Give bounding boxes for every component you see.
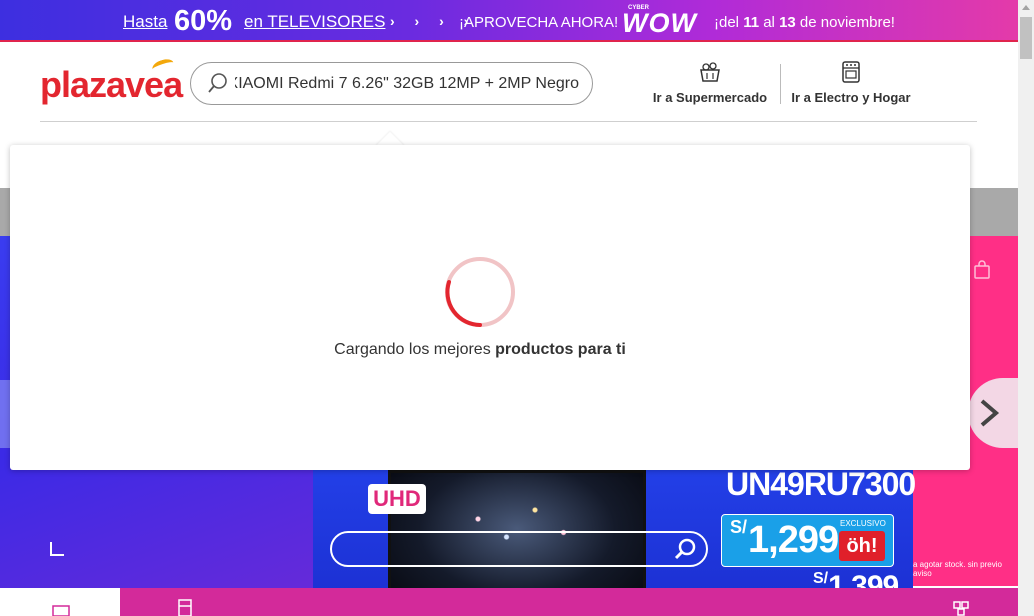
- shopping-bag-icon: [974, 260, 990, 279]
- loading-message: Cargando los mejores productos para ti: [10, 341, 950, 359]
- search-icon: [674, 538, 696, 560]
- date-end: 13: [779, 14, 796, 31]
- stove-icon: [842, 61, 860, 83]
- hero-search-graphic: [330, 531, 708, 567]
- date-start: 11: [743, 14, 760, 31]
- uhd-badge: UHD: [368, 484, 426, 514]
- exclusive-label: EXCLUSIVO: [840, 519, 886, 528]
- loading-spinner-icon: [445, 257, 515, 327]
- dates-suffix: de noviembre!: [795, 14, 895, 31]
- page: Hasta 60% en TELEVISORES › › › › ¡APROVE…: [0, 0, 1034, 616]
- oh-card-logo: öh!: [839, 531, 885, 561]
- promo-percent: 60%: [174, 5, 233, 37]
- nav-divider: [780, 64, 781, 104]
- nav-electro-label: Ir a Electro y Hogar: [791, 90, 911, 105]
- page-scrollbar[interactable]: [1018, 0, 1034, 616]
- search-input[interactable]: XIAOMI Redmi 7 6.26" 32GB 12MP + 2MP Neg…: [235, 73, 579, 95]
- loading-bold: productos para ti: [495, 341, 626, 358]
- price-value: 1,299: [748, 519, 839, 561]
- old-price-currency: S/: [813, 570, 829, 587]
- promo-divider: [0, 40, 1018, 42]
- basket-icon: [700, 62, 720, 82]
- stock-note: a agotar stock. sin previo aviso: [913, 560, 1002, 578]
- fridge-icon[interactable]: [176, 598, 194, 616]
- search-value: XIAOMI Redmi 7 6.26" 32GB 12MP + 2MP Neg…: [235, 75, 579, 92]
- promo-cta: ¡APROVECHA AHORA!: [459, 14, 619, 31]
- promo-dates: ¡del 11 al 13 de noviembre!: [714, 14, 895, 31]
- tv-model: UN49RU7300: [726, 466, 916, 502]
- loading-prefix: Cargando los mejores: [334, 341, 496, 358]
- category-icon[interactable]: [52, 598, 70, 616]
- header-divider: [40, 121, 977, 122]
- price-box: S/ 1,299 EXCLUSIVO öh!: [721, 514, 894, 567]
- nav-supermercado[interactable]: Ir a Supermercado: [650, 60, 770, 108]
- price-currency: S/: [730, 517, 748, 537]
- promo-hasta[interactable]: Hasta: [123, 12, 167, 32]
- search-results-dropdown: Cargando los mejores productos para ti: [10, 145, 970, 470]
- promo-category-link[interactable]: en TELEVISORES: [244, 12, 385, 32]
- scroll-thumb[interactable]: [1020, 17, 1032, 59]
- search-bar[interactable]: XIAOMI Redmi 7 6.26" 32GB 12MP + 2MP Neg…: [190, 62, 593, 105]
- chevron-right-icon: [980, 399, 1000, 427]
- dates-mid: al: [759, 14, 780, 31]
- scroll-up-arrow-icon[interactable]: [1018, 0, 1034, 16]
- plazavea-logo[interactable]: plazavea: [40, 56, 183, 105]
- corner-mark: [50, 542, 64, 556]
- promo-banner[interactable]: Hasta 60% en TELEVISORES › › › › ¡APROVE…: [0, 0, 1018, 42]
- wow-logo: WOW: [622, 8, 697, 38]
- toys-icon[interactable]: [952, 598, 970, 616]
- search-icon[interactable]: [207, 72, 229, 94]
- nav-electro-hogar[interactable]: Ir a Electro y Hogar: [790, 60, 912, 108]
- nav-supermercado-label: Ir a Supermercado: [652, 90, 768, 105]
- dates-prefix: ¡del: [714, 14, 744, 31]
- category-strip: [0, 588, 1018, 616]
